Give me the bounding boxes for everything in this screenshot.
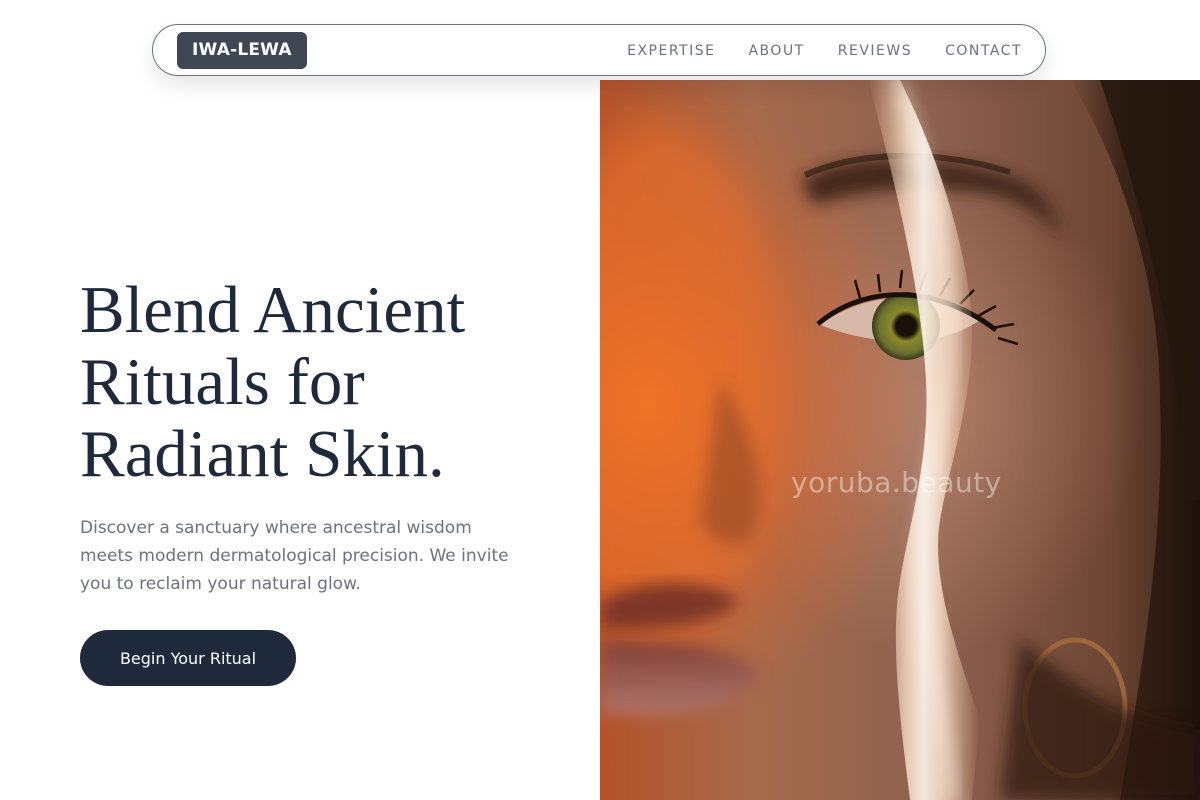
top-nav-bar: IWA-LEWA EXPERTISE ABOUT REVIEWS CONTACT — [152, 24, 1046, 76]
hero-headline: Blend Ancient Rituals for Radiant Skin. — [80, 274, 580, 490]
nav-link-reviews[interactable]: REVIEWS — [838, 43, 912, 59]
portrait-illustration — [600, 80, 1200, 800]
hero-subtext: Discover a sanctuary where ancestral wis… — [80, 518, 509, 594]
nav-links: EXPERTISE ABOUT REVIEWS CONTACT — [627, 25, 1022, 77]
hero-headline-line-2: Rituals for — [80, 345, 365, 419]
begin-ritual-button[interactable]: Begin Your Ritual — [80, 630, 296, 686]
nav-link-contact[interactable]: CONTACT — [945, 43, 1022, 59]
hero-headline-line-3: Radiant Skin. — [80, 417, 445, 491]
hero-headline-line-1: Blend Ancient — [80, 273, 466, 347]
nav-link-about[interactable]: ABOUT — [748, 43, 804, 59]
nav-link-expertise[interactable]: EXPERTISE — [627, 43, 715, 59]
brand-logo[interactable]: IWA-LEWA — [177, 32, 307, 69]
hero-portrait-image: yoruba.beauty — [600, 80, 1200, 800]
image-watermark: yoruba.beauty — [791, 466, 1002, 499]
landing-page: IWA-LEWA EXPERTISE ABOUT REVIEWS CONTACT… — [0, 0, 1200, 800]
